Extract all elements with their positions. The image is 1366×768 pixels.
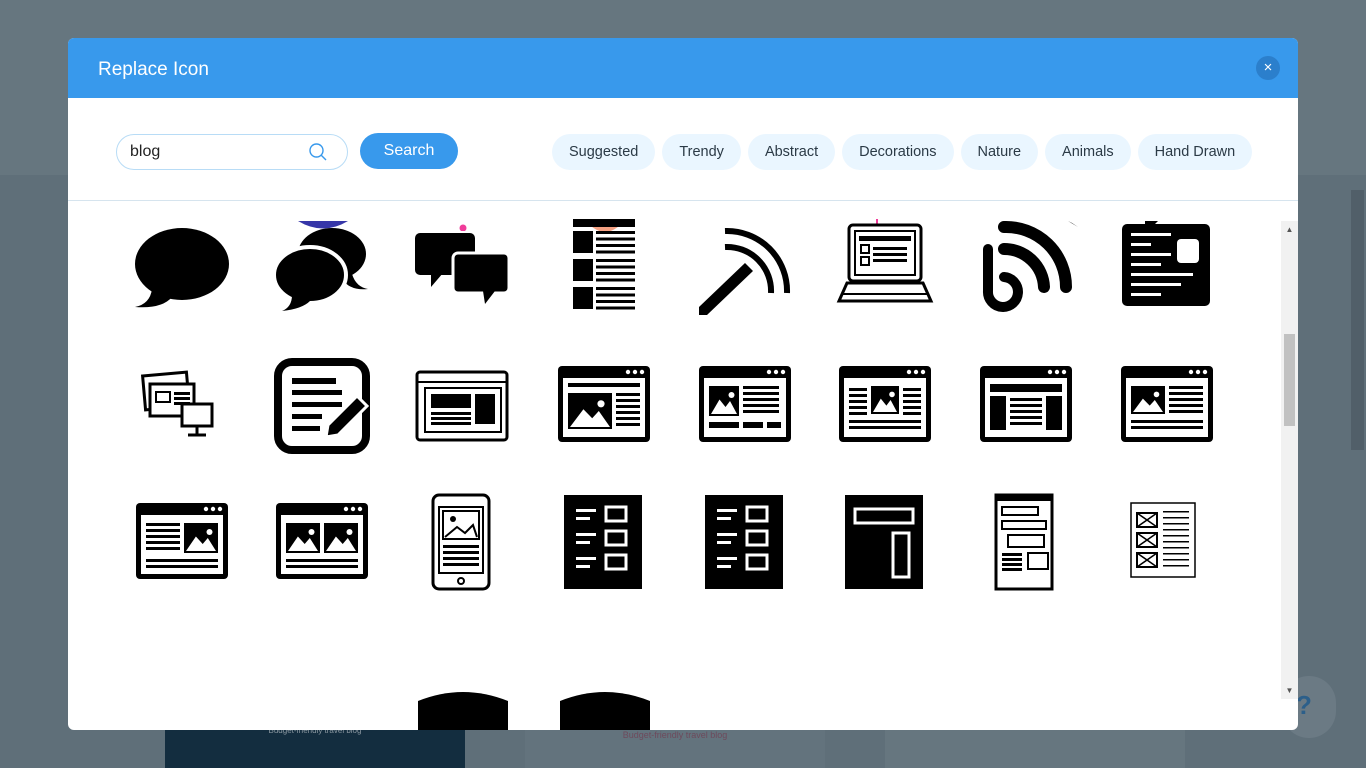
search-toolbar: blog Search Suggested Trendy Abstract Decor… <box>68 98 1298 201</box>
category-nature[interactable]: Nature <box>960 134 1039 170</box>
icon-option-rss-pencil[interactable] <box>695 219 795 319</box>
category-animals[interactable]: Animals <box>1045 134 1131 170</box>
icon-option-devices-windows[interactable] <box>132 356 232 456</box>
wireframe-icon <box>994 493 1054 591</box>
background-caption: Budget-friendly travel blog <box>622 730 728 740</box>
wireframe-outline-icon <box>1130 502 1196 578</box>
scrollbar-thumb[interactable] <box>1284 334 1295 426</box>
browser-image-left-icon <box>1121 366 1213 442</box>
category-trendy[interactable]: Trendy <box>662 134 741 170</box>
icon-option-page-layout[interactable] <box>835 493 935 593</box>
scroll-down-arrow[interactable]: ▼ <box>1281 682 1298 699</box>
list-page-icon <box>564 495 642 589</box>
icon-option-list-page-2[interactable] <box>695 493 795 593</box>
search-button[interactable]: Search <box>360 133 458 169</box>
category-abstract[interactable]: Abstract <box>747 134 836 170</box>
icon-option-blog-rss[interactable] <box>976 219 1076 319</box>
partial-icon-row <box>418 692 650 730</box>
icon-option-browser-two-images[interactable] <box>272 493 372 593</box>
blog-rss-icon <box>983 220 1072 312</box>
icon-option-speech-bubbles[interactable] <box>272 219 372 319</box>
icon-option-browser-text-image[interactable] <box>132 493 232 593</box>
browser-image-center-icon <box>839 366 931 442</box>
search-icon[interactable] <box>309 143 327 161</box>
icon-grid: ▲ ▼ <box>68 201 1298 730</box>
icon-option-laptop-blog[interactable] <box>835 219 935 319</box>
icon-grid-scrollbar[interactable]: ▲ ▼ <box>1281 221 1298 699</box>
icon-option-news-card[interactable] <box>1117 219 1217 319</box>
icon-option-browser-image-text[interactable] <box>695 356 795 456</box>
devices-windows-icon <box>140 370 214 437</box>
page-scrollbar[interactable] <box>1351 190 1364 450</box>
browser-layout-icon <box>415 370 509 442</box>
browser-two-images-icon <box>276 503 368 579</box>
search-input[interactable]: blog <box>116 134 348 170</box>
edit-note-icon <box>274 358 370 454</box>
browser-image-text-icon <box>699 366 791 442</box>
icon-option-browser-columns[interactable] <box>976 356 1076 456</box>
category-suggested[interactable]: Suggested <box>552 134 656 170</box>
icon-option-edit-note[interactable] <box>272 356 372 456</box>
rss-pencil-icon <box>699 227 791 315</box>
laptop-blog-icon <box>836 223 934 303</box>
icon-option-wireframe[interactable] <box>976 493 1076 593</box>
category-decorations[interactable]: Decorations <box>842 134 954 170</box>
speech-bubble-icon <box>135 228 229 308</box>
icon-option-speech-bubble[interactable] <box>132 219 232 319</box>
partial-icon-row <box>298 219 1158 231</box>
browser-text-image-icon <box>136 503 228 579</box>
icon-option-wireframe-outline[interactable] <box>1117 493 1217 593</box>
category-hand-drawn[interactable]: Hand Drawn <box>1137 134 1253 170</box>
close-button[interactable]: × <box>1256 56 1280 80</box>
dialog-header: Replace Icon × <box>68 38 1298 98</box>
chat-bubbles-icon <box>415 233 511 304</box>
icon-option-browser-image-sidebar[interactable] <box>554 356 654 456</box>
scroll-up-arrow[interactable]: ▲ <box>1281 221 1298 238</box>
icon-option-mobile-image[interactable] <box>413 493 513 593</box>
browser-image-sidebar-icon <box>558 366 650 442</box>
icon-option-chat-bubbles[interactable] <box>413 219 513 319</box>
icon-option-list-document[interactable] <box>554 219 654 319</box>
icon-option-list-page[interactable] <box>554 493 654 593</box>
icon-option-browser-image-center[interactable] <box>835 356 935 456</box>
replace-icon-dialog: Replace Icon × blog Search Suggested Tren… <box>68 38 1298 730</box>
dialog-title: Replace Icon <box>98 59 209 80</box>
list-page-2-icon <box>705 495 783 589</box>
icon-option-browser-layout[interactable] <box>413 356 513 456</box>
page-layout-icon <box>845 495 923 589</box>
category-list: Suggested Trendy Abstract Decorations Nature… <box>552 134 1253 170</box>
icon-option-browser-image-left[interactable] <box>1117 356 1217 456</box>
browser-columns-icon <box>980 366 1072 442</box>
list-document-icon <box>573 219 635 310</box>
speech-bubbles-icon <box>272 228 368 311</box>
news-card-icon <box>1122 224 1210 306</box>
mobile-image-icon <box>431 493 491 591</box>
search-value: blog <box>130 143 161 160</box>
